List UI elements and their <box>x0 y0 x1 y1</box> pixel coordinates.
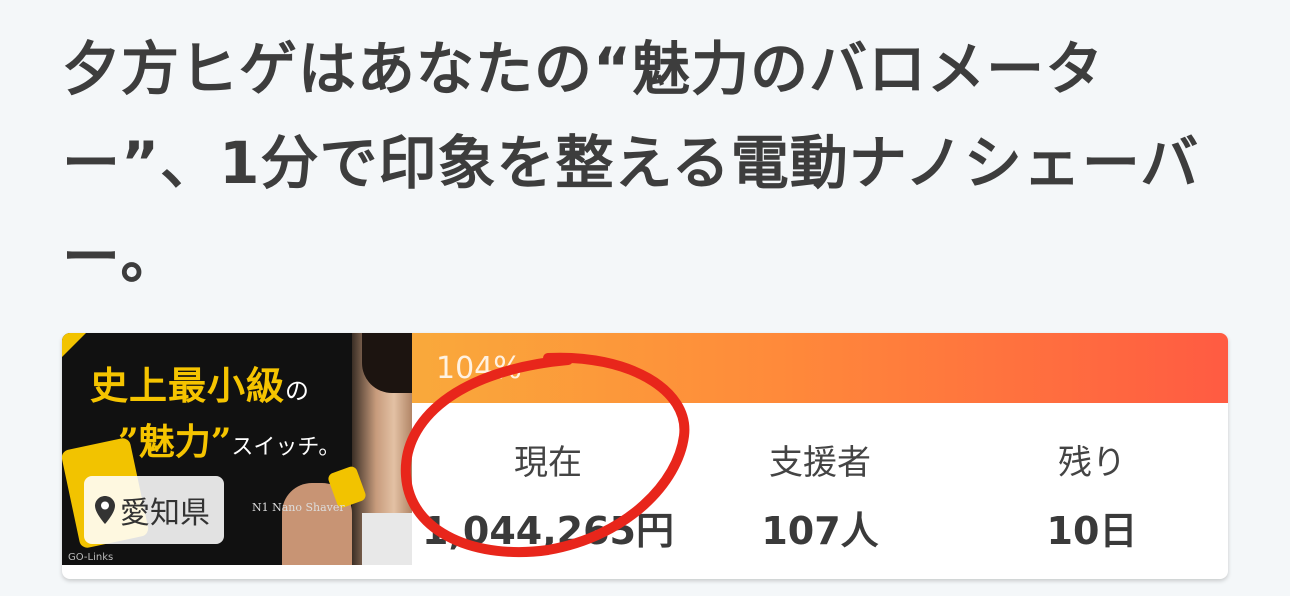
stat-current-amount: 現在 1,044,265円 <box>412 403 684 565</box>
project-card[interactable]: 史上最小級の ”魅力”スイッチ。 N1 Nano Shaver GO-Links… <box>62 333 1228 579</box>
thumbnail-headline-2: ”魅力”スイッチ。 <box>118 421 341 463</box>
stat-label: 支援者 <box>769 443 871 483</box>
funding-percent-label: 104% <box>436 351 522 386</box>
location-label: 愛知県 <box>120 496 210 531</box>
stat-supporters: 支援者 107人 <box>684 403 956 565</box>
funding-progress-bar: 104% <box>412 333 1228 403</box>
thumbnail-product-tag: N1 Nano Shaver <box>252 501 345 514</box>
thumbnail-corner-decoration <box>62 333 86 357</box>
stat-label: 残り <box>1058 443 1126 483</box>
thumbnail-model-shirt <box>362 513 412 565</box>
stat-value: 107人 <box>761 509 879 553</box>
map-pin-icon <box>95 496 115 524</box>
location-badge: 愛知県 <box>84 476 224 544</box>
thumbnail-headline-1: 史上最小級の <box>90 363 311 408</box>
stat-value: 10日 <box>1046 509 1138 553</box>
stat-remaining-days: 残り 10日 <box>956 403 1228 565</box>
funding-stats: 現在 1,044,265円 支援者 107人 残り 10日 <box>412 403 1228 565</box>
project-title[interactable]: 夕方ヒゲはあなたの“魅力のバロメーター”、1分で印象を整える電動ナノシェーバー。 <box>62 22 1232 304</box>
thumbnail-brand-label: GO-Links <box>68 552 114 563</box>
project-thumbnail[interactable]: 史上最小級の ”魅力”スイッチ。 N1 Nano Shaver GO-Links… <box>62 333 412 565</box>
stat-value: 1,044,265円 <box>422 509 674 553</box>
stat-label: 現在 <box>514 443 582 483</box>
